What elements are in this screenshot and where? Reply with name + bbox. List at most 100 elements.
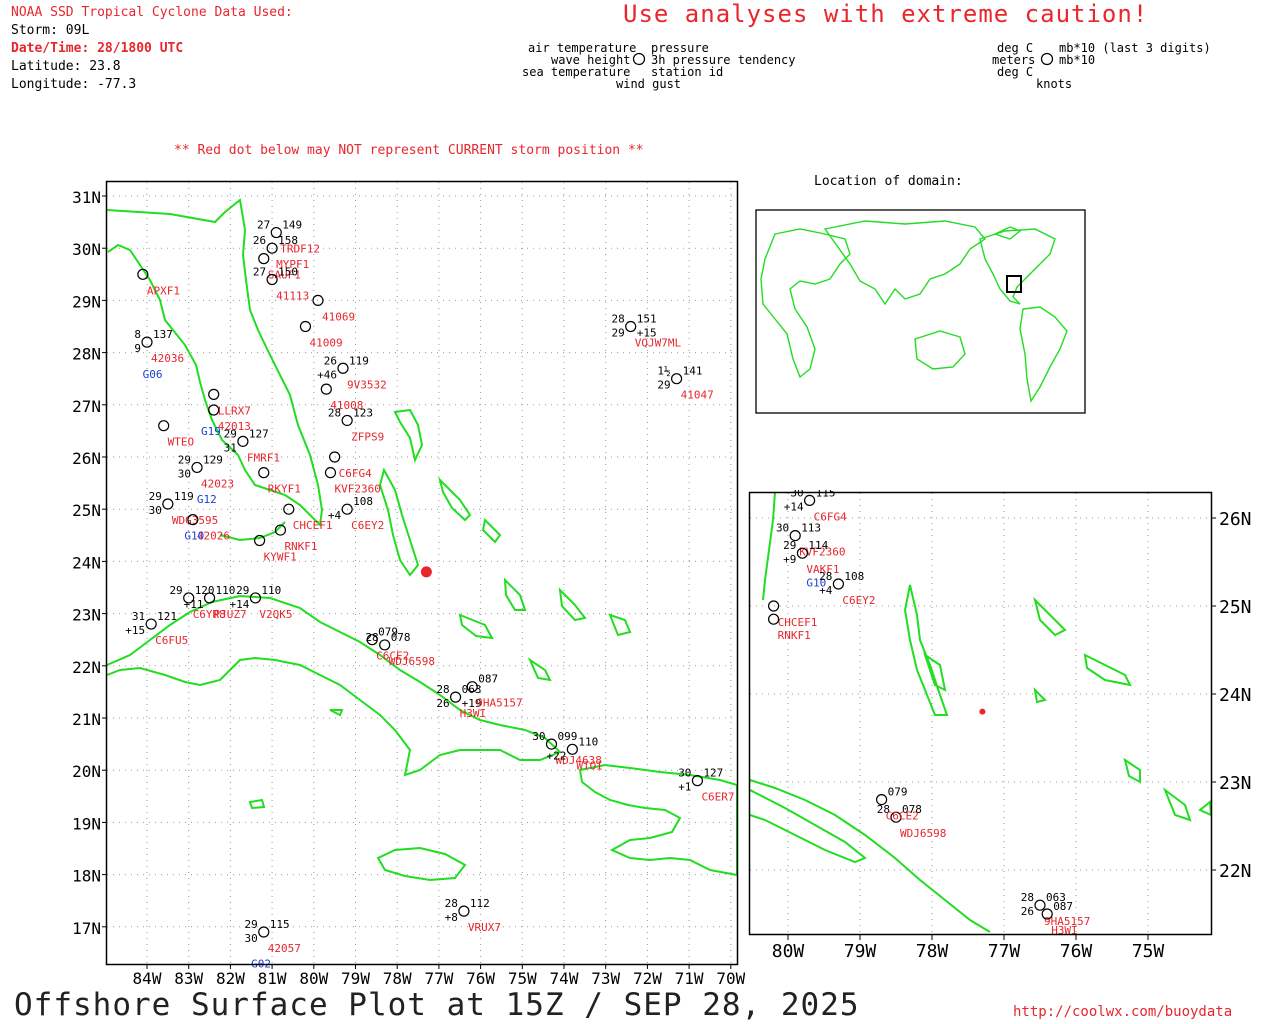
station-id: FMRF1 [247, 451, 280, 464]
station-plot: 28 15129 +15VQJW7ML [611, 313, 681, 350]
lon-label: 80W [772, 941, 805, 962]
station-air-temp: 29 [783, 539, 796, 552]
station-sea-temp: 9 [134, 342, 141, 355]
lon-label: 70W [716, 969, 745, 988]
legend-sea-temp: sea temperature [522, 65, 631, 79]
station-circle-icon [299, 320, 312, 333]
station-air-temp: 29 [224, 427, 237, 440]
lat-label: 19N [72, 814, 101, 833]
station-id: C6CE2 [886, 810, 919, 823]
station-air-temp: 1½ [657, 365, 670, 378]
station-sea-temp: 30 [149, 504, 162, 517]
station-circle-icon [258, 253, 270, 265]
lat-label: 30N [72, 240, 101, 259]
lat-label: 26N [72, 449, 101, 468]
station-id: C6FU5 [155, 634, 188, 647]
station-id: C6CE2 [376, 650, 409, 663]
station-circle-icon [458, 905, 470, 917]
station-id: C6EY2 [842, 594, 875, 607]
station-plot: 41009 [299, 320, 343, 350]
lat-label: 23N [1219, 773, 1252, 794]
station-plot: 31 121 +15 C6FU5 [125, 610, 188, 647]
station-sea-temp: 29 [657, 379, 670, 392]
red-dot-note: ** Red dot below may NOT represent CURRE… [174, 143, 644, 158]
station-pressure: 113 [801, 522, 821, 535]
station-pressure: 121 [157, 610, 177, 623]
station-pressure: 087 [1053, 900, 1073, 913]
lat-label: 25N [72, 501, 101, 520]
storm-id: Storm: 09L [11, 23, 90, 38]
lat-label: 22N [72, 658, 101, 677]
station-plot: C6FG4 [329, 451, 372, 480]
legend-units-tendency: mb*10 [1059, 53, 1096, 67]
station-air-temp: 29 [236, 584, 249, 597]
station-pressure: 099 [557, 730, 577, 743]
legend-units-sea-temp: deg C [997, 65, 1034, 79]
lat-label: 18N [72, 867, 101, 886]
station-id: WDJ6598 [900, 827, 946, 840]
lon-label: 84W [133, 969, 162, 988]
lon-label: 79W [341, 969, 370, 988]
station-plot: 29 129 30 42023 [178, 453, 234, 490]
lon-label: 72W [633, 969, 662, 988]
station-pressure: 149 [282, 219, 302, 232]
station-circle-icon [341, 414, 353, 427]
station-air-temp: 28 [328, 406, 341, 419]
station-circle-icon [145, 618, 157, 630]
station-sea-temp: +9 [783, 553, 796, 566]
station-id: 41009 [309, 337, 342, 350]
station-plot: 29 127 31 FMRF1 [224, 427, 280, 464]
station-circle-icon [324, 467, 337, 479]
lon-label: 77W [988, 941, 1021, 962]
station-id: KVF2360 [334, 483, 380, 496]
lon-label: 73W [591, 969, 620, 988]
station-pressure: 079 [888, 786, 908, 799]
lat-label: 25N [1219, 597, 1252, 618]
source-url[interactable]: http://coolwx.com/buoydata [1013, 1004, 1232, 1020]
station-plot: RKYF1 [258, 467, 301, 496]
lon-label: 71W [675, 969, 704, 988]
station-plot: G06 [143, 368, 163, 381]
station-pressure: 110 [261, 584, 281, 597]
inset-grid [750, 493, 1211, 935]
world-locator-map [755, 209, 1086, 414]
station-air-temp: 29 [245, 918, 258, 931]
station-sea-temp: 30 [245, 932, 258, 945]
station-id: VRUX7 [468, 921, 501, 934]
station-air-temp: 28 [445, 897, 458, 910]
station-sea-temp: +11 [184, 598, 204, 611]
lon-label: 77W [424, 969, 453, 988]
lon-label: 79W [844, 941, 877, 962]
station-air-temp: 28 [611, 313, 624, 326]
main-map[interactable]: APXF18 137942036G06WTEO29 1293042023G1229 1… [0, 170, 745, 990]
lat-label: 24N [72, 553, 101, 572]
caution-warning: Use analyses with extreme caution! [623, 0, 1149, 28]
station-circle-icon [1034, 899, 1046, 911]
lat-label: 24N [1219, 685, 1252, 706]
station-air-temp: 26 [324, 354, 337, 367]
lon-label: 74W [550, 969, 579, 988]
storm-longitude: Longitude: -77.3 [11, 77, 137, 92]
station-circle-icon [258, 926, 270, 938]
station-circle-icon [566, 743, 578, 755]
station-circle-icon [258, 467, 270, 479]
station-pressure: 114 [808, 539, 828, 552]
lat-label: 20N [72, 762, 101, 781]
station-air-temp: 27 [257, 219, 270, 232]
station-pressure: 129 [203, 453, 223, 466]
station-pressure: 108 [844, 570, 864, 583]
station-circle-icon [768, 600, 780, 612]
station-pressure: 108 [353, 495, 373, 508]
station-circle-icon [625, 320, 637, 333]
lon-label: 82W [216, 969, 245, 988]
station-id: VQJW7ML [635, 337, 682, 350]
station-plot: G12 [197, 493, 217, 506]
station-pressure: 115 [270, 918, 290, 931]
station-sea-temp: 30 [178, 467, 191, 480]
lon-label: 75W [1132, 941, 1165, 962]
station-sea-temp: +14 [230, 598, 250, 611]
data-source-label: NOAA SSD Tropical Cyclone Data Used: [11, 5, 293, 20]
station-circle-icon [832, 578, 845, 590]
station-pressure: 151 [637, 313, 657, 326]
inset-map[interactable]: 30 115+14C6FG430 113KVF236029 114+9VAKF1G10… [745, 490, 1280, 980]
